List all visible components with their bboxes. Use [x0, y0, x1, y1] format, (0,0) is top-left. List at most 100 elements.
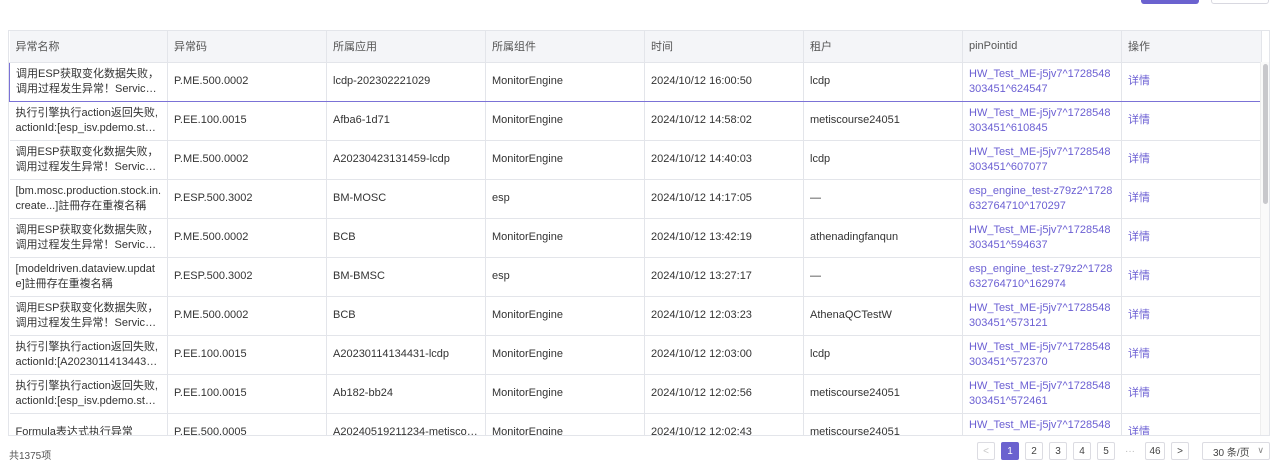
- page-button-3[interactable]: 3: [1049, 442, 1067, 460]
- cell-name-text: 调用ESP获取变化数据失败，调用过程发生异常！Service pro...: [15, 223, 161, 251]
- col-header-code: 异常码: [167, 31, 327, 63]
- scrollbar-thumb[interactable]: [1263, 64, 1268, 204]
- cell-code: P.EE.100.0015: [167, 101, 327, 141]
- cell-action-link[interactable]: 详情: [1128, 152, 1255, 167]
- table-row[interactable]: 调用ESP获取变化数据失败，调用过程发生异常！Service pro... P.M…: [9, 140, 1262, 180]
- pagination: < 1 2 3 4 5 ··· 46 >: [977, 442, 1195, 460]
- cell-action: 详情: [1121, 296, 1262, 336]
- cell-tenant: athenadingfanqun: [803, 218, 963, 258]
- cell-action-link[interactable]: 详情: [1128, 347, 1255, 362]
- page-button-5[interactable]: 5: [1097, 442, 1115, 460]
- cell-action-link[interactable]: 详情: [1128, 308, 1255, 323]
- cell-time: 2024/10/12 14:17:05: [644, 179, 804, 219]
- cell-time: 2024/10/12 14:58:02: [644, 101, 804, 141]
- cell-name-text: [bm.mosc.production.stock.in.create...]註…: [15, 184, 162, 212]
- cell-time: 2024/10/12 12:02:43: [644, 413, 804, 435]
- page-ellipsis[interactable]: ···: [1121, 446, 1139, 457]
- cell-pinpointid-link[interactable]: HW_Test_ME-j5jv7^1728548303451^572461: [969, 379, 1115, 409]
- page-button-4[interactable]: 4: [1073, 442, 1091, 460]
- cell-code-text: P.EE.100.0015: [174, 348, 247, 360]
- cell-action: 详情: [1121, 179, 1262, 219]
- cell-pinpointid-link[interactable]: HW_Test_ME-j5jv7^1728548303451^624547: [969, 67, 1115, 97]
- cell-pinpointid-link[interactable]: HW_Test_ME-j5jv7^1728548303451^610845: [969, 106, 1115, 136]
- cell-pinpointid: HW_Test_ME-j5jv7^1728548303451^594637: [962, 218, 1122, 258]
- cell-pinpointid-link[interactable]: esp_engine_test-z79z2^1728632764710^1629…: [969, 262, 1115, 292]
- table-row[interactable]: [modeldriven.dataview.update]註冊存在重複名稱 P.E…: [9, 257, 1262, 297]
- cell-component: MonitorEngine: [485, 335, 645, 375]
- cell-pinpointid-link[interactable]: HW_Test_ME-j5jv7^1728548303451^607077: [969, 145, 1115, 175]
- cell-tenant-text: —: [810, 192, 821, 204]
- table-row[interactable]: 执行引擎执行action返回失败,actionId:[esp_isv.pdemo…: [9, 101, 1262, 141]
- cell-name: [bm.mosc.production.stock.in.create...]註…: [9, 179, 168, 219]
- cell-app: Ab182-bb24: [326, 374, 486, 414]
- cell-action-link[interactable]: 详情: [1128, 230, 1255, 245]
- cell-app: BM-BMSC: [326, 257, 486, 297]
- cell-code: P.ME.500.0002: [167, 218, 327, 258]
- cell-app: A20230423131459-lcdp: [326, 140, 486, 180]
- cell-component: MonitorEngine: [485, 218, 645, 258]
- cell-action-link[interactable]: 详情: [1128, 425, 1255, 435]
- cell-pinpointid-link[interactable]: HW_Test_ME-j5jv7^1728548303451^573121: [969, 301, 1115, 331]
- table-row[interactable]: Formula表达式执行异常 P.EE.500.0005 A202405192112…: [9, 413, 1262, 436]
- cell-pinpointid-link[interactable]: HW_Test_ME-j5jv7^1728548303451^572350: [969, 418, 1115, 436]
- cell-time-text: 2024/10/12 13:42:19: [651, 231, 752, 243]
- cell-component: MonitorEngine: [485, 296, 645, 336]
- cell-tenant-text: AthenaQCTestW: [810, 309, 892, 321]
- cell-code-text: P.ME.500.0002: [174, 231, 249, 243]
- cell-pinpointid-link[interactable]: HW_Test_ME-j5jv7^1728548303451^594637: [969, 223, 1115, 253]
- cell-code-text: P.EE.100.0015: [174, 387, 247, 399]
- secondary-action-button[interactable]: [1211, 0, 1269, 4]
- cell-name: 执行引擎执行action返回失败,actionId:[A202301141344…: [9, 335, 168, 375]
- cell-app: BCB: [326, 296, 486, 336]
- cell-pinpointid: HW_Test_ME-j5jv7^1728548303451^610845: [962, 101, 1122, 141]
- cell-time: 2024/10/12 12:03:23: [644, 296, 804, 336]
- cell-time-text: 2024/10/12 14:17:05: [651, 192, 752, 204]
- page-button-2[interactable]: 2: [1025, 442, 1043, 460]
- table-row[interactable]: 调用ESP获取变化数据失败，调用过程发生异常！Service pro... P.M…: [9, 296, 1262, 336]
- cell-action-link[interactable]: 详情: [1128, 269, 1255, 284]
- cell-action-link[interactable]: 详情: [1128, 386, 1255, 401]
- cell-app-text: Ab182-bb24: [333, 387, 393, 399]
- cell-code-text: P.ME.500.0002: [174, 75, 249, 87]
- cell-tenant-text: lcdp: [810, 348, 831, 360]
- page-size-select[interactable]: 30 条/页 ∨: [1202, 442, 1270, 460]
- table-row[interactable]: 调用ESP获取变化数据失败，调用过程发生异常！Service pro... P.M…: [9, 61, 1262, 102]
- table-row[interactable]: 执行引擎执行action返回失败,actionId:[A202301141344…: [9, 335, 1262, 375]
- table-row[interactable]: 调用ESP获取变化数据失败，调用过程发生异常！Service pro... P.M…: [9, 218, 1262, 258]
- prev-page-button[interactable]: <: [977, 442, 995, 460]
- cell-name-text: 执行引擎执行action返回失败,actionId:[esp_isv.pdemo…: [15, 106, 158, 134]
- cell-app-text: A20240519211234-metiscou...: [333, 426, 479, 436]
- cell-action-link[interactable]: 详情: [1128, 74, 1255, 89]
- cell-time-text: 2024/10/12 12:03:00: [651, 348, 752, 360]
- cell-pinpointid: HW_Test_ME-j5jv7^1728548303451^573121: [962, 296, 1122, 336]
- cell-action: 详情: [1121, 413, 1262, 435]
- cell-component-text: esp: [492, 270, 510, 282]
- cell-pinpointid-link[interactable]: HW_Test_ME-j5jv7^1728548303451^572370: [969, 340, 1115, 370]
- cell-tenant-text: lcdp: [810, 153, 831, 165]
- next-page-button[interactable]: >: [1171, 442, 1189, 460]
- cell-name-text: 调用ESP获取变化数据失败，调用过程发生异常！Service pro...: [16, 67, 161, 95]
- cell-code: P.ME.500.0002: [167, 61, 327, 102]
- cell-action-link[interactable]: 详情: [1128, 191, 1255, 206]
- cell-time: 2024/10/12 12:03:00: [644, 335, 804, 375]
- primary-action-button[interactable]: [1141, 0, 1199, 4]
- cell-pinpointid-link[interactable]: esp_engine_test-z79z2^1728632764710^1702…: [969, 184, 1115, 214]
- cell-pinpointid: esp_engine_test-z79z2^1728632764710^1702…: [962, 179, 1122, 219]
- cell-tenant-text: lcdp: [810, 75, 831, 87]
- table-footer: 共1375项 < 1 2 3 4 5 ··· 46 > 30 条/页 ∨: [0, 440, 1280, 466]
- table-row[interactable]: [bm.mosc.production.stock.in.create...]註…: [9, 179, 1262, 219]
- cell-code-text: P.ESP.500.3002: [174, 270, 253, 282]
- cell-action-link[interactable]: 详情: [1128, 113, 1255, 128]
- cell-app-text: lcdp-202302221029: [333, 75, 431, 87]
- table-row[interactable]: 执行引擎执行action返回失败,actionId:[esp_isv.pdemo…: [9, 374, 1262, 414]
- page-button-1[interactable]: 1: [1001, 442, 1019, 460]
- cell-app-text: BCB: [333, 231, 356, 243]
- cell-name-text: 执行引擎执行action返回失败,actionId:[esp_isv.pdemo…: [15, 379, 158, 407]
- cell-pinpointid: HW_Test_ME-j5jv7^1728548303451^607077: [962, 140, 1122, 180]
- cell-name: 调用ESP获取变化数据失败，调用过程发生异常！Service pro...: [9, 61, 168, 102]
- cell-time: 2024/10/12 14:40:03: [644, 140, 804, 180]
- cell-action: 详情: [1121, 140, 1262, 180]
- vertical-scrollbar[interactable]: [1260, 62, 1269, 435]
- page-button-last[interactable]: 46: [1145, 442, 1165, 460]
- cell-name: Formula表达式执行异常: [9, 413, 168, 435]
